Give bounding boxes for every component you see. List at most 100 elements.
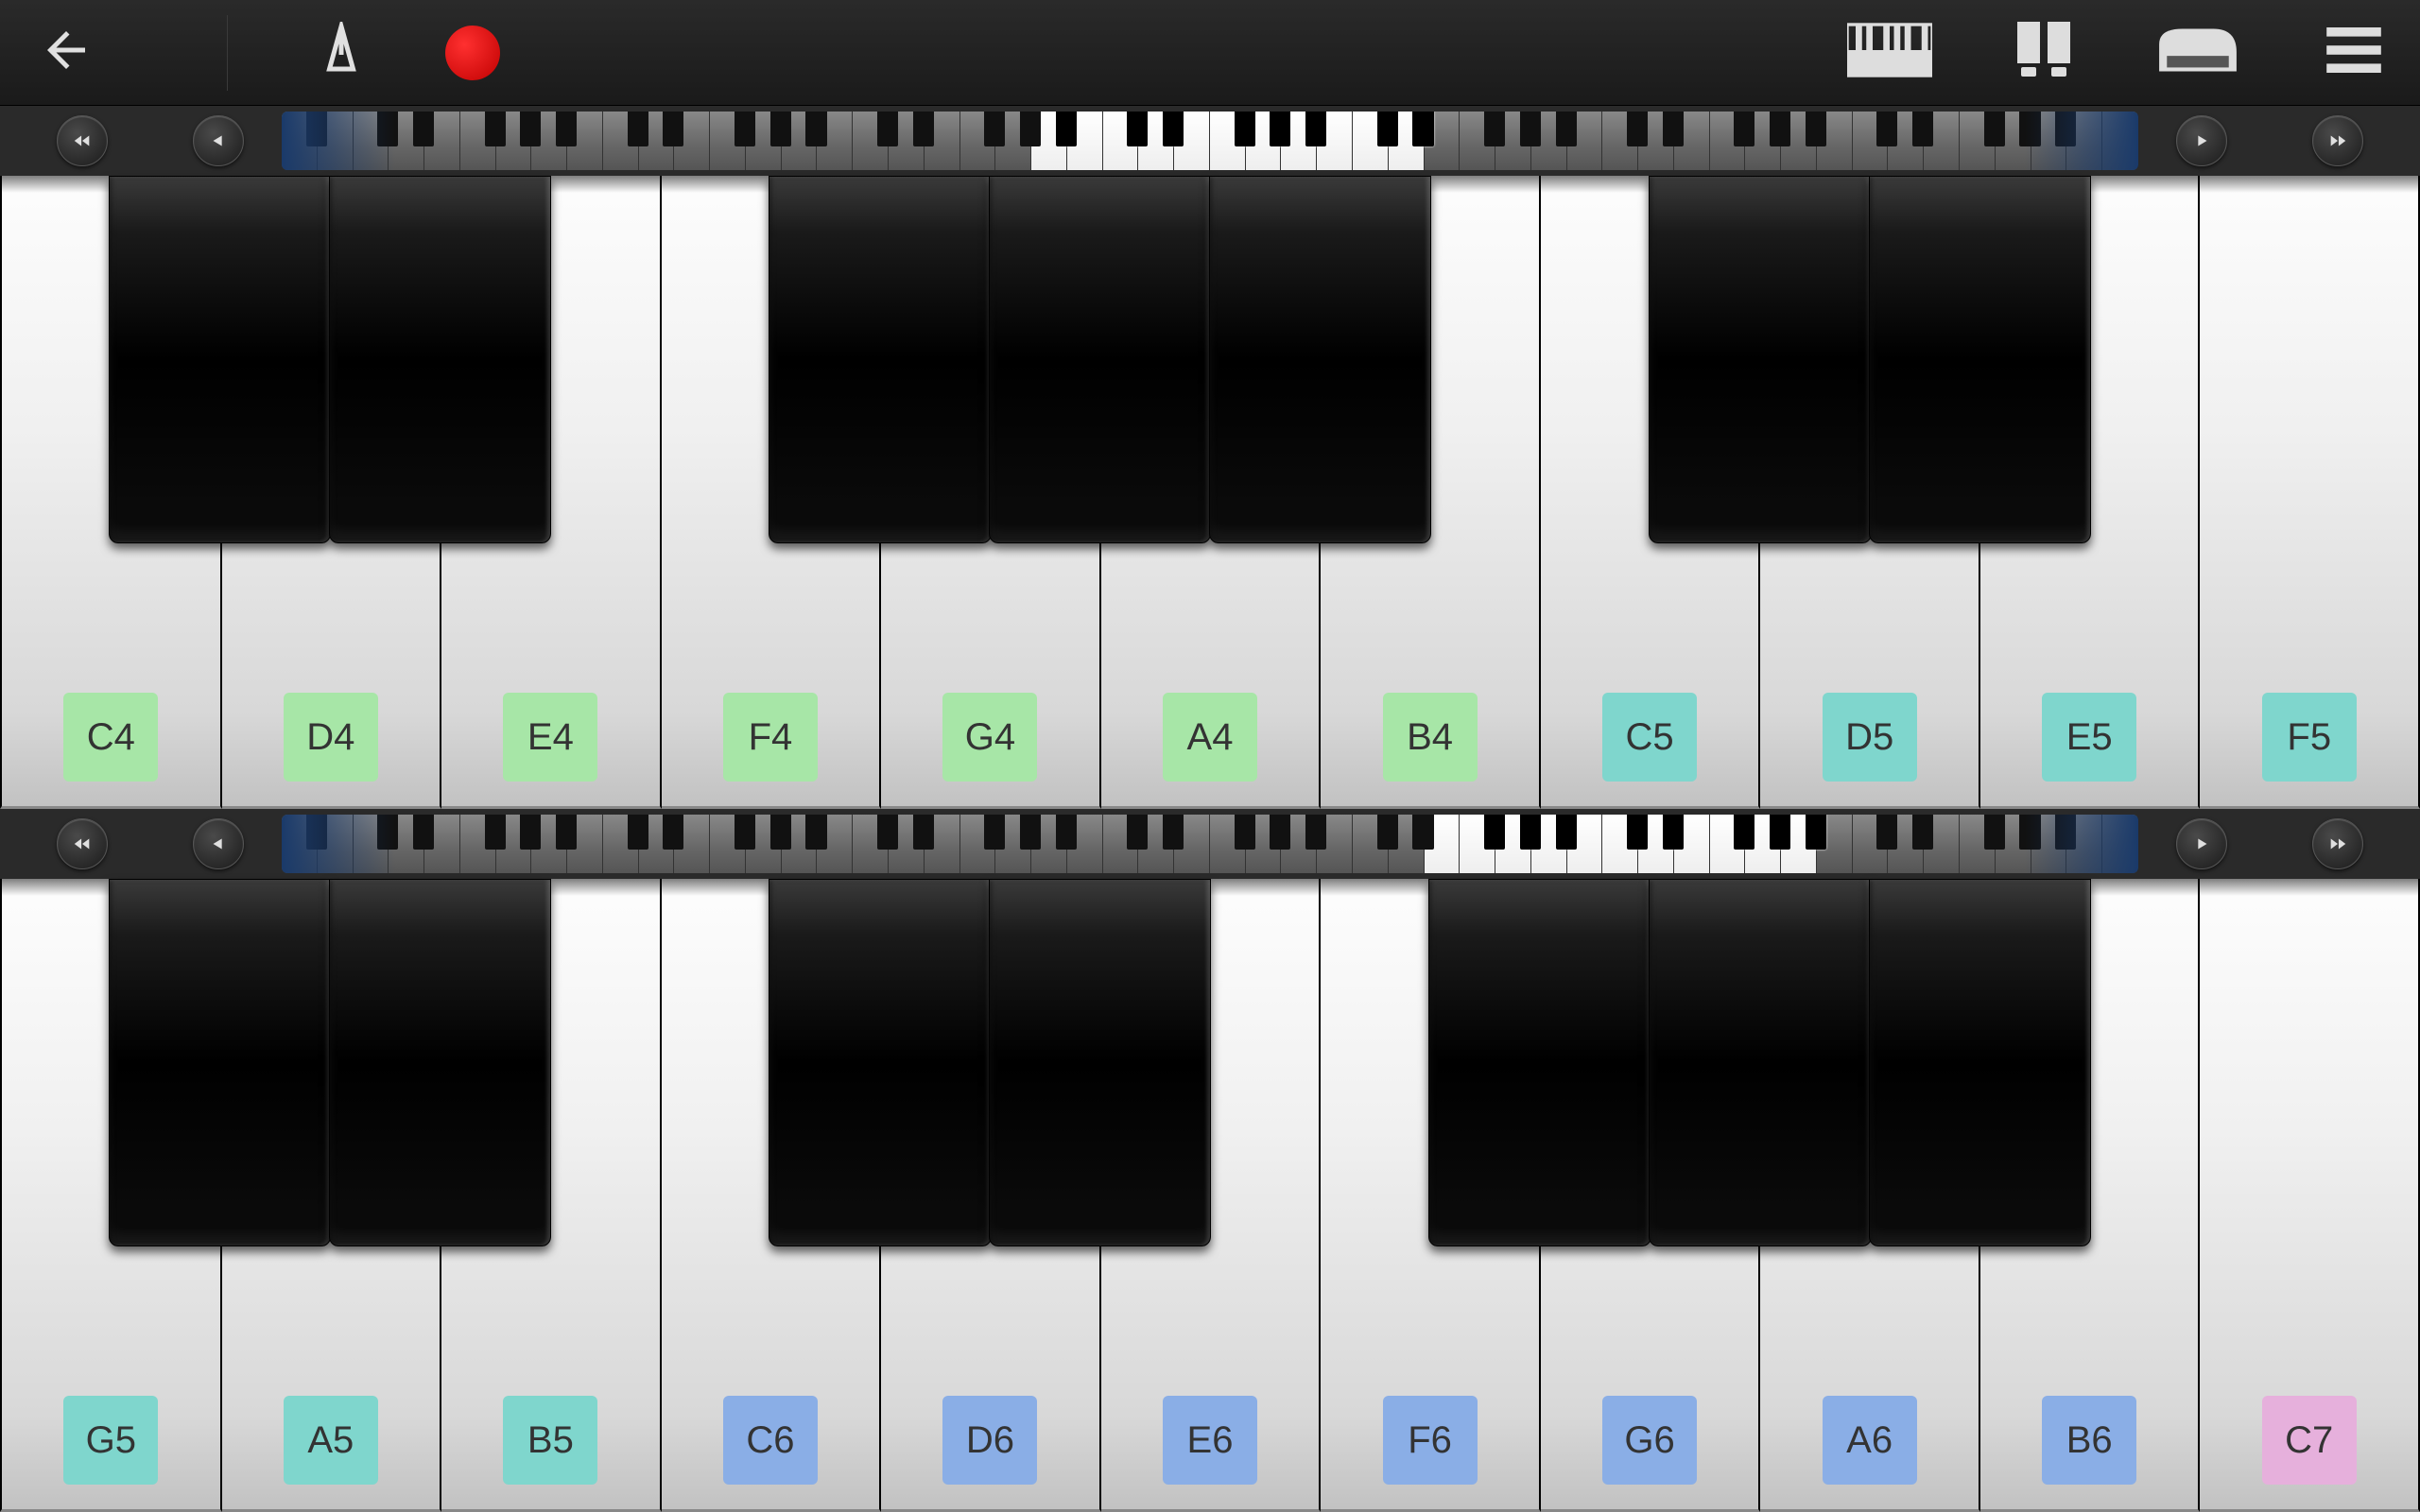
black-key[interactable] [1649, 176, 1872, 543]
mini-black-key[interactable] [877, 815, 898, 850]
mini-black-key[interactable] [1127, 815, 1148, 850]
forward-button[interactable] [2176, 818, 2227, 869]
mini-black-key[interactable] [1056, 112, 1077, 146]
mini-black-key[interactable] [377, 815, 398, 850]
fast-forward-button[interactable] [2312, 115, 2363, 166]
mini-black-key[interactable] [1163, 112, 1184, 146]
black-key[interactable] [1209, 176, 1432, 543]
mini-black-key[interactable] [984, 112, 1005, 146]
mini-black-key[interactable] [628, 112, 648, 146]
mini-black-key[interactable] [735, 815, 755, 850]
mini-black-key[interactable] [413, 815, 434, 850]
mini-black-key[interactable] [805, 815, 826, 850]
white-key-F5[interactable]: F5 [2200, 176, 2420, 809]
mini-black-key[interactable] [556, 815, 577, 850]
mini-key[interactable] [2102, 112, 2138, 170]
black-key[interactable] [769, 879, 992, 1246]
mini-key[interactable] [1353, 112, 1389, 170]
mini-key[interactable] [1353, 815, 1389, 873]
black-key[interactable] [1428, 879, 1651, 1246]
mini-black-key[interactable] [1734, 815, 1754, 850]
mini-black-key[interactable] [520, 815, 541, 850]
mini-keyboard-navigator[interactable] [282, 815, 2138, 873]
mini-black-key[interactable] [1235, 112, 1255, 146]
black-key[interactable] [109, 879, 332, 1246]
mini-black-key[interactable] [1484, 815, 1505, 850]
mini-black-key[interactable] [1056, 815, 1077, 850]
mini-key[interactable] [282, 815, 318, 873]
mini-black-key[interactable] [1270, 815, 1290, 850]
instrument-button[interactable] [2155, 24, 2240, 81]
white-key-C7[interactable]: C7 [2200, 879, 2420, 1512]
black-key[interactable] [769, 176, 992, 543]
mini-black-key[interactable] [520, 112, 541, 146]
mini-key[interactable] [282, 112, 318, 170]
mini-key[interactable] [1460, 815, 1495, 873]
mini-black-key[interactable] [1876, 815, 1897, 850]
mini-key[interactable] [1710, 815, 1746, 873]
mini-key[interactable] [710, 815, 746, 873]
black-key[interactable] [989, 879, 1212, 1246]
mini-key[interactable] [1210, 112, 1246, 170]
mini-key[interactable] [1210, 815, 1246, 873]
mini-black-key[interactable] [1876, 112, 1897, 146]
menu-button[interactable] [2325, 27, 2382, 77]
black-key[interactable] [1649, 879, 1872, 1246]
mini-black-key[interactable] [485, 112, 506, 146]
rewind-button[interactable] [193, 818, 244, 869]
mini-black-key[interactable] [1412, 112, 1433, 146]
mini-black-key[interactable] [805, 112, 826, 146]
mini-black-key[interactable] [1377, 815, 1398, 850]
mini-key[interactable] [960, 815, 996, 873]
mini-black-key[interactable] [877, 112, 898, 146]
mini-key[interactable] [1853, 112, 1889, 170]
mini-black-key[interactable] [1663, 815, 1684, 850]
back-button[interactable] [38, 22, 95, 83]
mini-black-key[interactable] [2019, 815, 2040, 850]
mini-black-key[interactable] [913, 815, 934, 850]
fast-rewind-button[interactable] [57, 115, 108, 166]
mini-black-key[interactable] [1770, 815, 1790, 850]
mini-black-key[interactable] [556, 112, 577, 146]
mini-black-key[interactable] [1235, 815, 1255, 850]
metronome-button[interactable] [313, 22, 370, 83]
mini-key[interactable] [853, 815, 889, 873]
mini-black-key[interactable] [2055, 112, 2076, 146]
mini-black-key[interactable] [770, 112, 791, 146]
mini-black-key[interactable] [1520, 815, 1541, 850]
mini-black-key[interactable] [1663, 112, 1684, 146]
mini-black-key[interactable] [663, 815, 683, 850]
mini-key[interactable] [1960, 815, 1996, 873]
mini-black-key[interactable] [770, 815, 791, 850]
mini-black-key[interactable] [306, 815, 327, 850]
mini-black-key[interactable] [1734, 112, 1754, 146]
mini-black-key[interactable] [485, 815, 506, 850]
mini-key[interactable] [1602, 112, 1638, 170]
mini-black-key[interactable] [1484, 112, 1505, 146]
mini-black-key[interactable] [1912, 112, 1933, 146]
mini-key[interactable] [1103, 112, 1139, 170]
mini-black-key[interactable] [377, 112, 398, 146]
mini-black-key[interactable] [1270, 112, 1290, 146]
mini-key[interactable] [354, 815, 389, 873]
mini-black-key[interactable] [735, 112, 755, 146]
mini-black-key[interactable] [1305, 112, 1326, 146]
forward-button[interactable] [2176, 115, 2227, 166]
mini-black-key[interactable] [1520, 112, 1541, 146]
mini-key[interactable] [960, 112, 996, 170]
mini-black-key[interactable] [1806, 112, 1826, 146]
dual-keyboard-button[interactable] [2017, 22, 2070, 83]
mini-black-key[interactable] [1556, 815, 1577, 850]
fast-rewind-button[interactable] [57, 818, 108, 869]
black-key[interactable] [329, 879, 552, 1246]
mini-black-key[interactable] [984, 815, 1005, 850]
mini-black-key[interactable] [663, 112, 683, 146]
mini-key[interactable] [710, 112, 746, 170]
mini-black-key[interactable] [1377, 112, 1398, 146]
black-key[interactable] [1869, 879, 2092, 1246]
mini-key[interactable] [1710, 112, 1746, 170]
mini-key[interactable] [603, 112, 639, 170]
mini-black-key[interactable] [1556, 112, 1577, 146]
mini-key[interactable] [354, 112, 389, 170]
black-key[interactable] [989, 176, 1212, 543]
